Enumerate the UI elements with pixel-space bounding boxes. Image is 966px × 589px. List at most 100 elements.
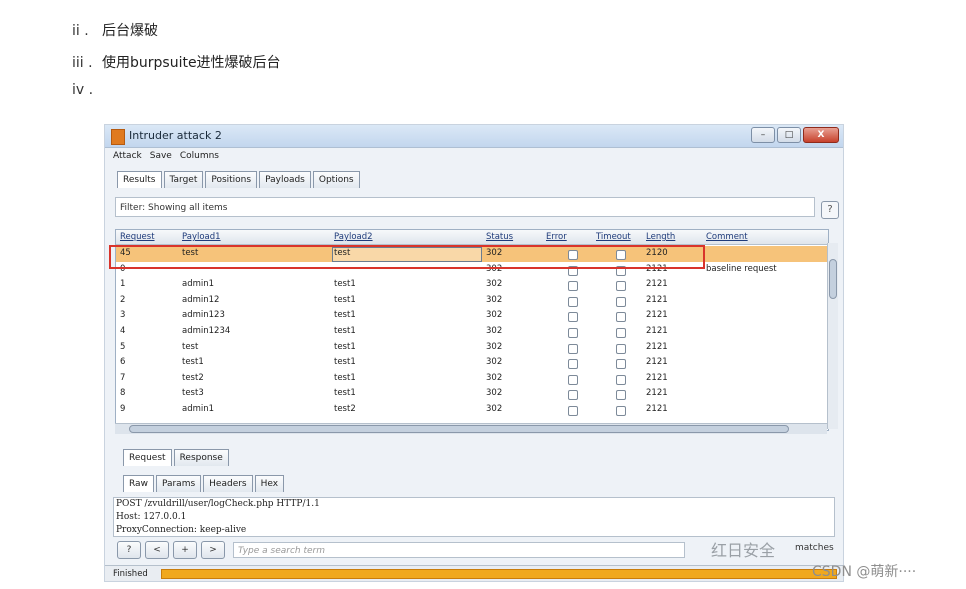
cell-status: 302 (486, 372, 503, 383)
tab-response[interactable]: Response (173, 449, 229, 466)
cell-payload1: admin1 (182, 404, 215, 414)
horizontal-scrollbar[interactable] (115, 423, 827, 434)
error-checkbox (568, 328, 578, 338)
col-comment[interactable]: Comment (706, 232, 748, 242)
search-add-button[interactable]: + (173, 541, 197, 559)
cell-status: 302 (486, 279, 503, 290)
table-row[interactable]: 4 admin1234 test1 302 2121 (116, 324, 828, 340)
cell-payload2: test1 (334, 357, 356, 368)
tab-hex[interactable]: Hex (254, 475, 285, 492)
cell-comment: baseline request (706, 263, 777, 274)
window-title: Intruder attack 2 (129, 129, 222, 142)
tab-params[interactable]: Params (155, 475, 202, 492)
list-marker: iv . (72, 82, 94, 98)
scroll-thumb[interactable] (129, 425, 789, 433)
timeout-checkbox (616, 328, 626, 338)
cell-status: 302 (486, 294, 503, 305)
search-bar: ? < + > Type a search term (117, 541, 685, 559)
col-request[interactable]: Request (120, 232, 155, 242)
cell-payload1: test1 (182, 357, 204, 368)
tab-headers[interactable]: Headers (203, 475, 253, 492)
scroll-thumb[interactable] (829, 259, 837, 299)
filter-bar[interactable]: Filter: Showing all items (115, 197, 815, 217)
error-checkbox (568, 374, 578, 385)
table-row[interactable]: 8 test3 test1 302 2121 (116, 386, 828, 402)
cell-payload2: test1 (334, 388, 356, 399)
cell-payload2: test1 (334, 372, 356, 383)
error-checkbox (568, 359, 578, 370)
maximize-button[interactable]: □ (777, 127, 801, 143)
cell-request: 4 (120, 326, 126, 336)
help-button[interactable]: ? (821, 201, 839, 219)
timeout-checkbox (616, 390, 626, 401)
minimize-button[interactable]: – (751, 127, 775, 143)
cell-status: 302 (486, 310, 503, 321)
cell-request: 2 (120, 294, 126, 305)
search-prev-button[interactable]: < (145, 541, 169, 559)
cell-request: 1 (120, 279, 126, 290)
timeout-checkbox (616, 343, 626, 354)
vertical-scrollbar[interactable] (827, 243, 838, 429)
tab-target[interactable]: Target (163, 171, 204, 188)
table-row[interactable]: 6 test1 test1 302 2121 (116, 355, 828, 371)
error-checkbox (568, 390, 578, 401)
cell-status: 302 (486, 341, 503, 352)
tab-payloads[interactable]: Payloads (259, 171, 311, 188)
timeout-checkbox (616, 359, 626, 370)
window-titlebar: Intruder attack 2 – □ X (105, 125, 843, 148)
error-checkbox (568, 281, 578, 292)
col-error[interactable]: Error (546, 232, 567, 242)
search-help-button[interactable]: ? (117, 541, 141, 559)
wechat-watermark: 红日安全 (711, 541, 776, 560)
tab-request[interactable]: Request (123, 449, 172, 466)
cell-length: 2121 (646, 388, 668, 399)
error-checkbox (568, 312, 578, 323)
menu-attack[interactable]: Attack (113, 151, 142, 167)
cell-length: 2121 (646, 310, 668, 321)
cell-status: 302 (486, 357, 503, 368)
table-row[interactable]: 1 admin1 test1 302 2121 (116, 277, 828, 293)
request-text-area[interactable]: POST /zvuldrill/user/logCheck.php HTTP/1… (113, 497, 835, 537)
list-item-iv: iv . (72, 82, 102, 98)
col-payload2[interactable]: Payload2 (334, 232, 373, 242)
list-text: 使用burpsuite进性爆破后台 (102, 55, 281, 71)
cell-payload1: admin1234 (182, 326, 231, 336)
col-length[interactable]: Length (646, 232, 675, 242)
cell-status: 302 (486, 326, 503, 336)
list-item-iii: iii . 使用burpsuite进性爆破后台 (72, 52, 281, 72)
request-line: Host: 127.0.0.1 (116, 512, 187, 522)
cell-payload2: test1 (334, 279, 356, 290)
burp-intruder-screenshot: Intruder attack 2 – □ X Attack Save Colu… (104, 124, 844, 582)
search-input[interactable]: Type a search term (233, 542, 685, 558)
list-marker: iii . (72, 55, 93, 71)
search-next-button[interactable]: > (201, 541, 225, 559)
menu-bar: Attack Save Columns (113, 151, 219, 167)
window-controls: – □ X (751, 127, 839, 143)
col-status[interactable]: Status (486, 232, 513, 242)
tab-positions[interactable]: Positions (205, 171, 258, 188)
request-line: POST /zvuldrill/user/logCheck.php HTTP/1… (116, 499, 320, 509)
table-row[interactable]: 9 admin1 test2 302 2121 (116, 402, 828, 418)
menu-save[interactable]: Save (150, 151, 172, 167)
cell-length: 2121 (646, 341, 668, 352)
table-header: Request Payload1 Payload2 Status Error T… (116, 230, 828, 245)
table-row[interactable]: 2 admin12 test1 302 2121 (116, 293, 828, 309)
progress-bar (161, 569, 837, 579)
cell-payload1: admin123 (182, 310, 225, 321)
tab-results[interactable]: Results (117, 171, 162, 188)
col-timeout[interactable]: Timeout (596, 232, 631, 242)
cell-payload1: test (182, 341, 199, 352)
tab-raw[interactable]: Raw (123, 475, 154, 492)
view-tabs: Raw Params Headers Hex (123, 475, 285, 492)
col-payload1[interactable]: Payload1 (182, 232, 221, 242)
table-row[interactable]: 7 test2 test1 302 2121 (116, 371, 828, 387)
table-row[interactable]: 3 admin123 test1 302 2121 (116, 308, 828, 324)
csdn-watermark: CSDN @萌新···· (812, 564, 917, 580)
cell-request: 9 (120, 404, 126, 414)
error-checkbox (568, 343, 578, 354)
close-button[interactable]: X (803, 127, 839, 143)
tab-options[interactable]: Options (312, 171, 360, 188)
menu-columns[interactable]: Columns (180, 151, 219, 167)
table-row[interactable]: 5 test test1 302 2121 (116, 340, 828, 356)
error-checkbox (568, 406, 578, 416)
